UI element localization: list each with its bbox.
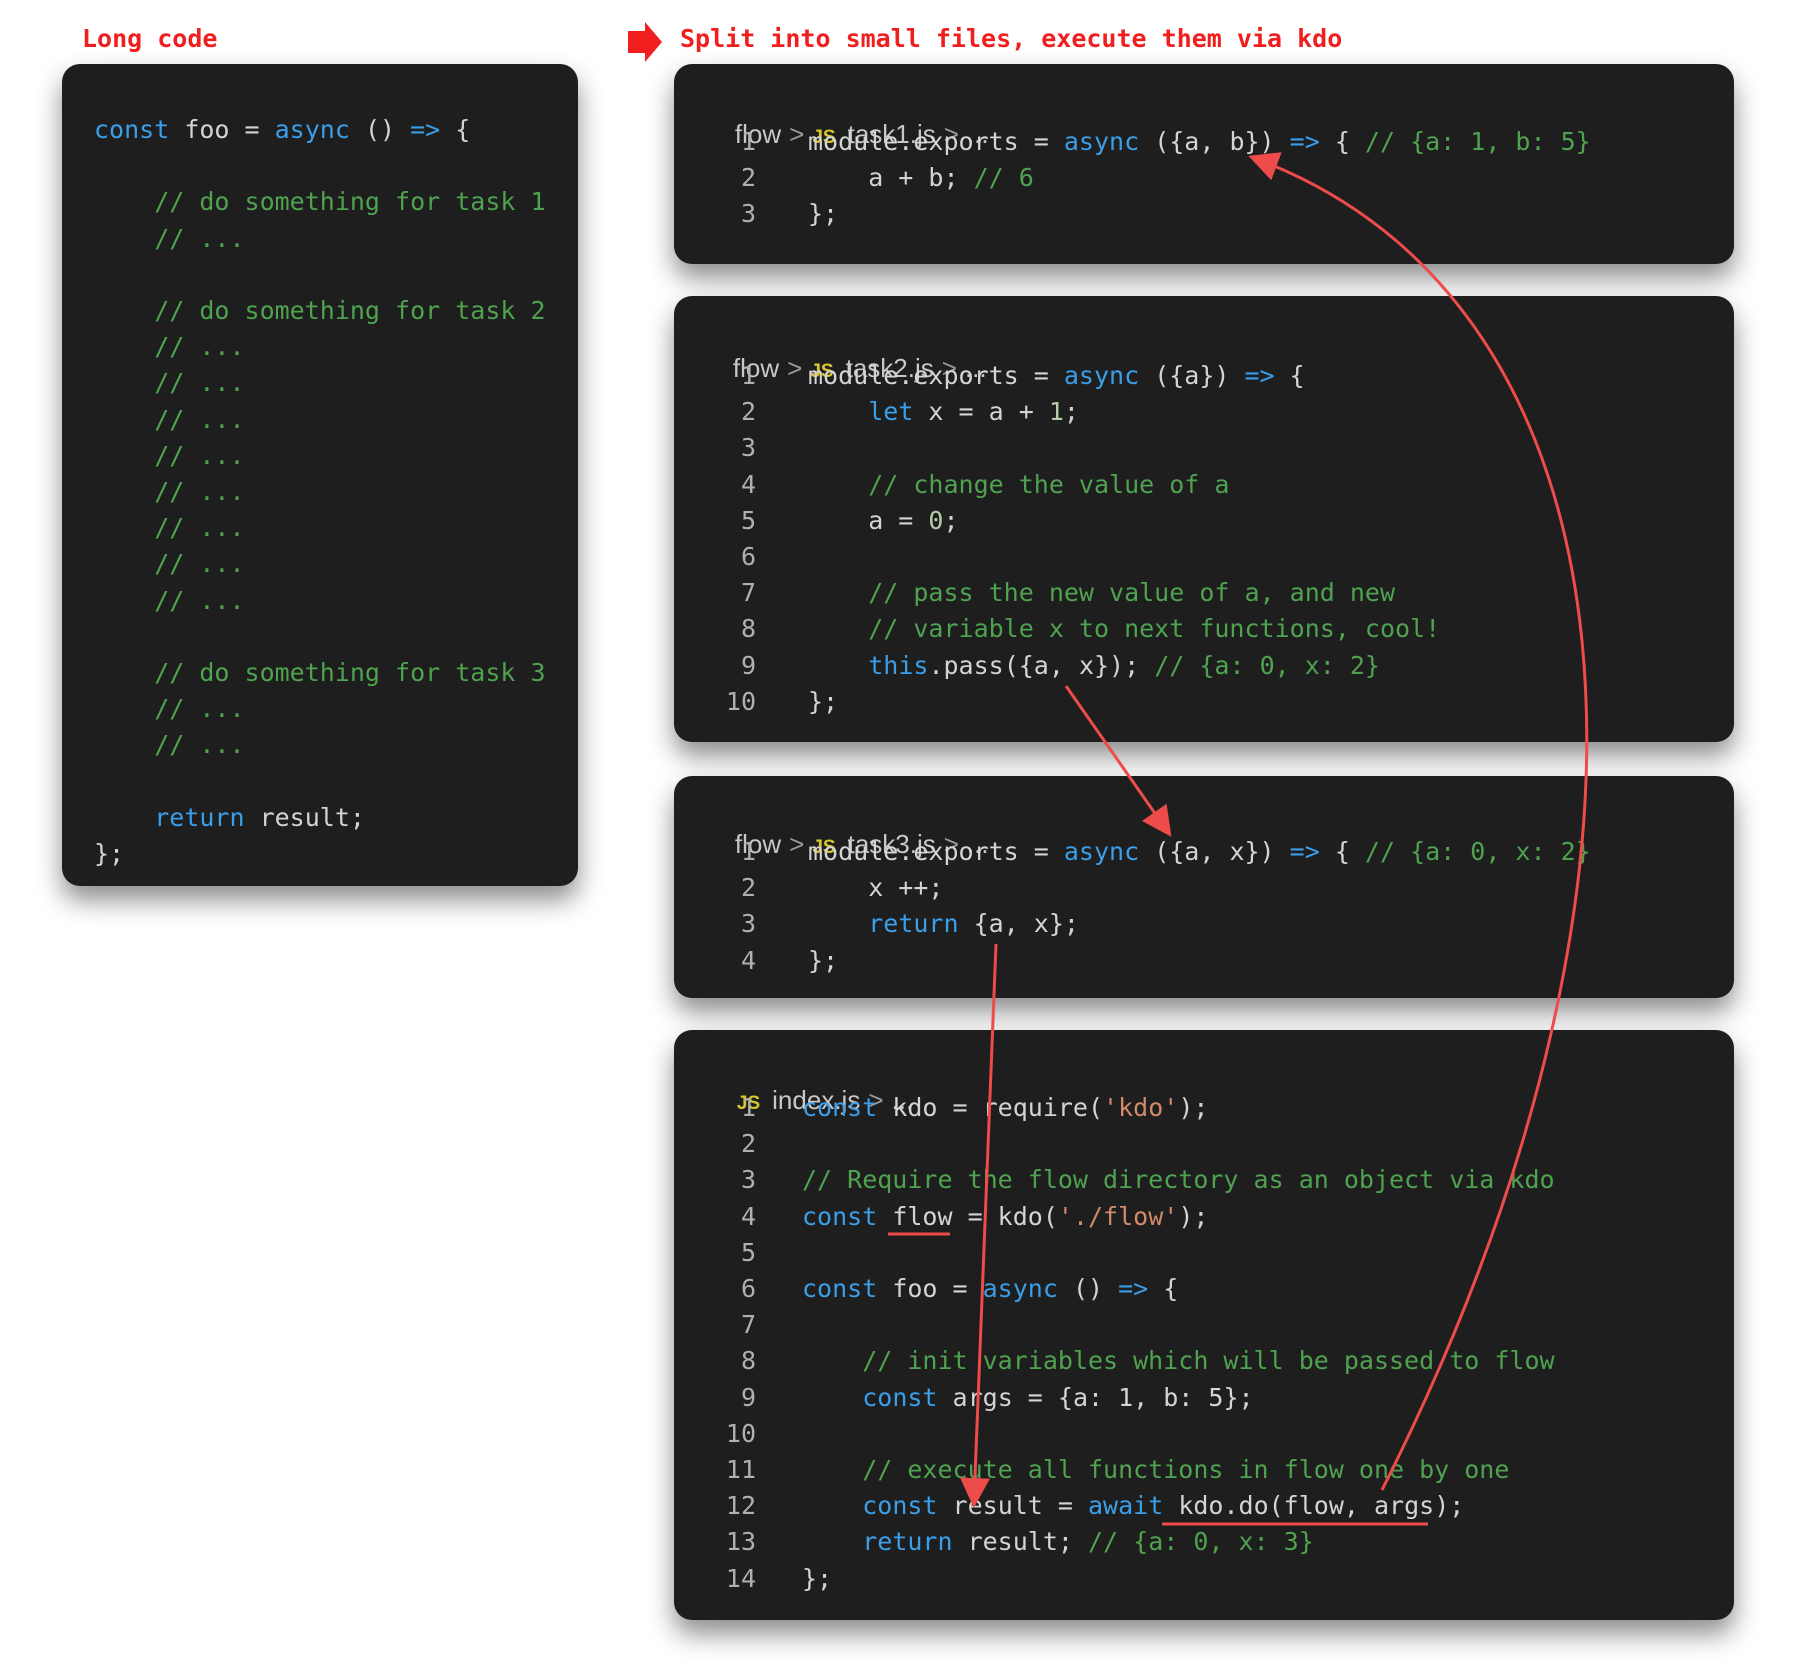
arrow-args-to-task1 [1248,152,1589,1491]
annotation-arrows [888,152,1589,1526]
arrow-task2-to-task3 [1064,685,1172,837]
arrow-task3-to-result [959,943,998,1508]
